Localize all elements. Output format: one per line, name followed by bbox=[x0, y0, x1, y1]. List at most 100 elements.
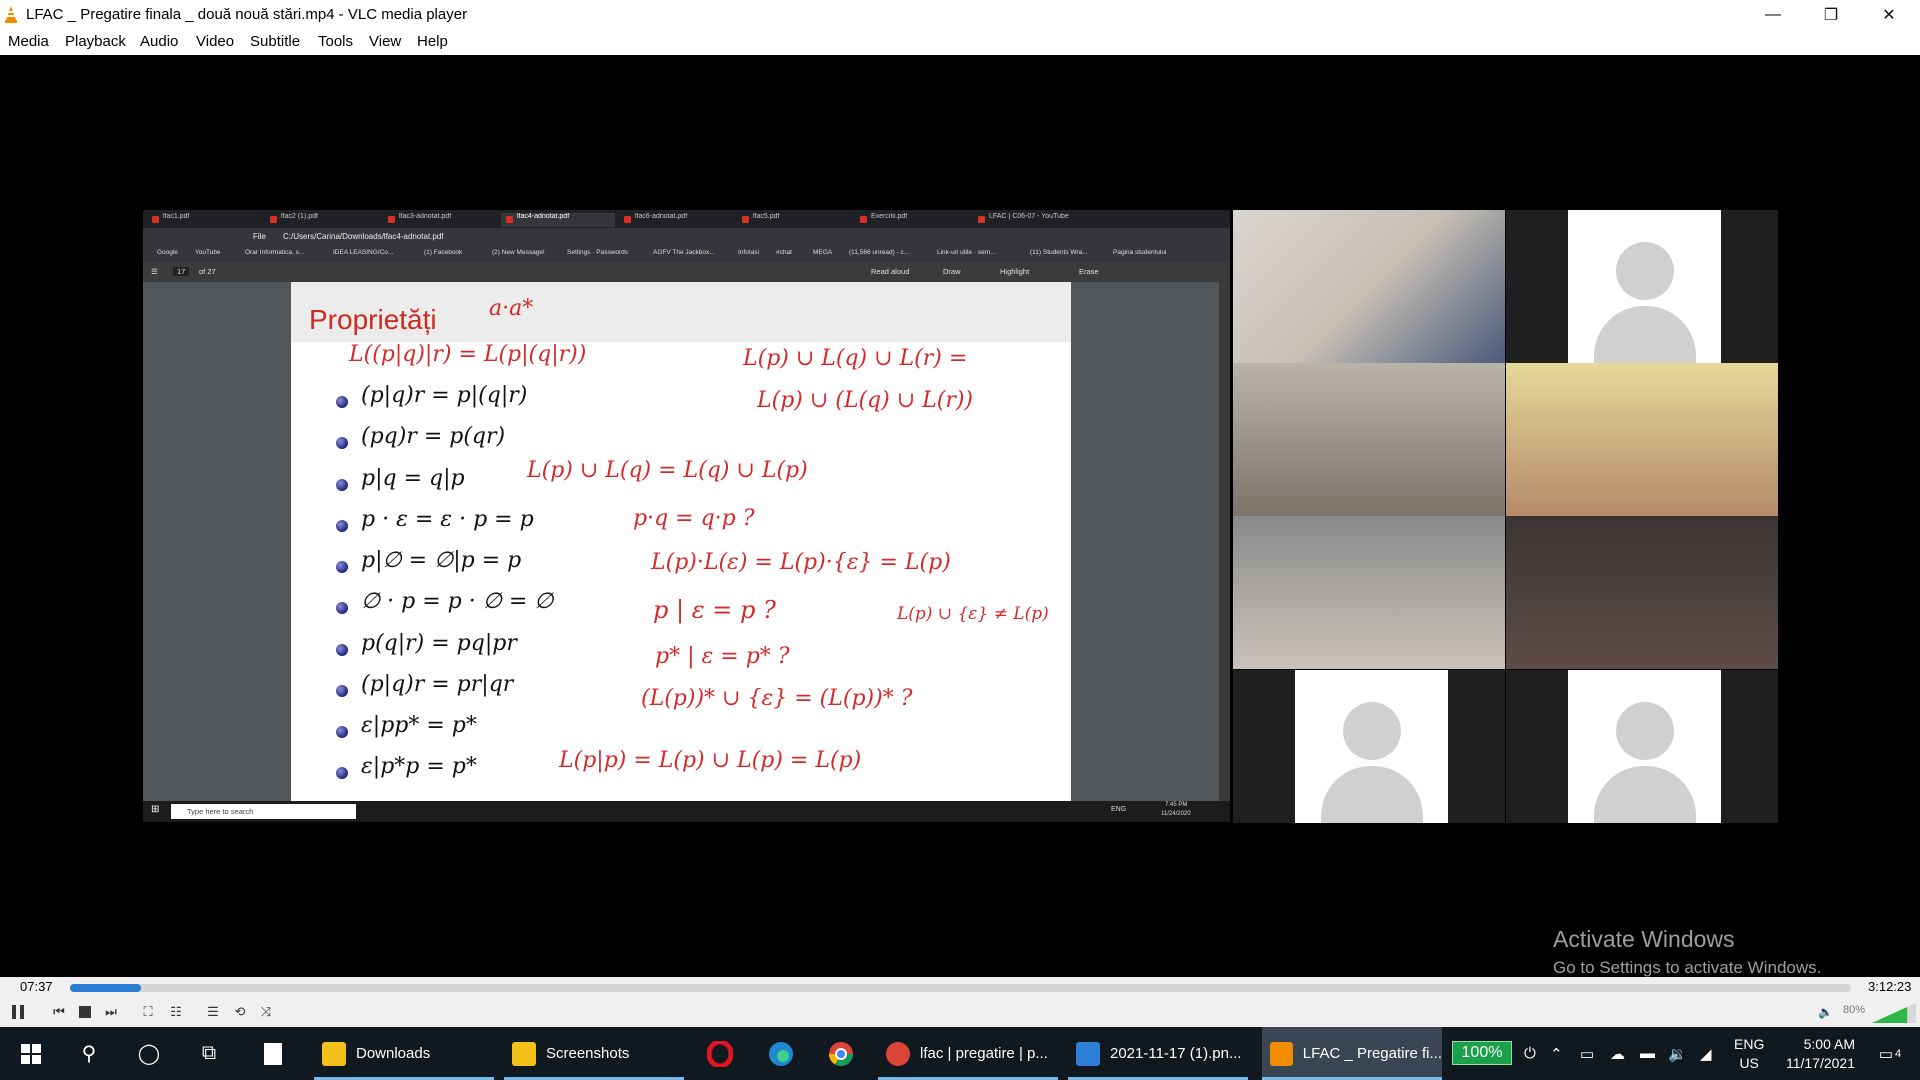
participant-video bbox=[1506, 363, 1778, 516]
extended-settings-button[interactable]: ☷ bbox=[164, 1001, 188, 1023]
window-title: LFAC _ Pregatire finala _ două nouă stăr… bbox=[26, 6, 468, 23]
next-button[interactable]: ⏭ bbox=[99, 1001, 123, 1023]
title-bar: LFAC _ Pregatire finala _ două nouă stăr… bbox=[0, 0, 1920, 29]
fullscreen-button[interactable]: ⛶ bbox=[136, 1001, 160, 1023]
bookmark: #chat bbox=[776, 249, 792, 256]
seek-slider[interactable] bbox=[70, 984, 1851, 992]
search-icon: ⚲ bbox=[81, 1043, 97, 1065]
draw-tool: Draw bbox=[943, 267, 961, 276]
previous-button[interactable]: ⏮ bbox=[47, 1001, 71, 1023]
pdf-page: Proprietăți (p|q)r = p|(q|r) (pq)r = p(q… bbox=[291, 282, 1071, 801]
taskbar-app-screenshots[interactable]: Screenshots bbox=[504, 1027, 684, 1080]
folder-icon bbox=[512, 1041, 536, 1066]
start-button[interactable] bbox=[6, 1027, 56, 1080]
speaker-icon[interactable]: 🔈 bbox=[1818, 1005, 1833, 1019]
menu-tools[interactable]: Tools bbox=[318, 33, 353, 50]
browser-tab: lfac6-adnotat.pdf bbox=[619, 213, 733, 227]
total-time: 3:12:23 bbox=[1868, 979, 1912, 994]
volume-icon[interactable]: 🔉 bbox=[1668, 1027, 1687, 1080]
windows-logo-icon: ⊞ bbox=[151, 804, 160, 815]
shared-tray-time: 7:45 PM bbox=[1165, 802, 1188, 808]
wifi-icon[interactable]: ◢ bbox=[1700, 1027, 1712, 1080]
taskbar-app-photos[interactable]: 2021-11-17 (1).pn... bbox=[1068, 1027, 1248, 1080]
shuffle-button[interactable]: ⤨ bbox=[254, 1001, 278, 1023]
notification-icon: ▭ bbox=[1878, 1045, 1894, 1063]
task-view-button[interactable]: ⧉ bbox=[184, 1027, 234, 1080]
browser-tab: LFAC | C06-07 - YouTube bbox=[973, 213, 1087, 227]
close-button[interactable]: ✕ bbox=[1860, 0, 1918, 29]
fullscreen-icon: ⛶ bbox=[143, 1004, 153, 1019]
participant-video bbox=[1506, 516, 1778, 669]
bookmark: (11,566 unread) - c... bbox=[849, 249, 910, 256]
show-hidden-icons-button[interactable]: ⌃ bbox=[1550, 1027, 1563, 1080]
notifications-button[interactable]: ▭ 4 bbox=[1868, 1027, 1912, 1080]
activation-watermark-title: Activate Windows bbox=[1553, 926, 1735, 952]
power-icon[interactable]: ⏻ bbox=[1524, 1027, 1536, 1080]
slide-title: Proprietăți bbox=[309, 304, 437, 335]
taskbar-app-chrome-window[interactable]: lfac | pregatire | p... bbox=[878, 1027, 1058, 1080]
shuffle-icon: ⤨ bbox=[260, 1004, 272, 1019]
volume-slider[interactable] bbox=[1872, 1002, 1916, 1024]
bookmark: Orar Informatica, s... bbox=[245, 249, 305, 256]
file-pinned-button[interactable] bbox=[248, 1027, 298, 1080]
bookmark: YouTube bbox=[195, 249, 221, 256]
language-code: ENG bbox=[1734, 1036, 1765, 1052]
menu-bar: Media Playback Audio Video Subtitle Tool… bbox=[0, 29, 1920, 55]
edge-button[interactable] bbox=[756, 1027, 806, 1080]
handwritten-note: p* | ε = p* ? bbox=[655, 644, 790, 669]
menu-video[interactable]: Video bbox=[196, 33, 234, 50]
windows-logo-icon bbox=[21, 1043, 41, 1064]
elapsed-time: 07:37 bbox=[20, 979, 53, 994]
clock[interactable]: 5:00 AM 11/17/2021 bbox=[1775, 1035, 1855, 1073]
restore-button[interactable]: ❐ bbox=[1802, 0, 1860, 29]
device-icon[interactable]: ▭ bbox=[1580, 1027, 1594, 1080]
browser-tab: lfac1.pdf bbox=[147, 213, 261, 227]
file-label: File bbox=[253, 232, 266, 241]
volume-percent: 80% bbox=[1843, 1004, 1866, 1016]
menu-audio[interactable]: Audio bbox=[140, 33, 178, 50]
contents-icon: ☰ bbox=[151, 267, 158, 276]
language-indicator[interactable]: ENG US bbox=[1734, 1035, 1764, 1073]
chrome-icon bbox=[886, 1041, 910, 1066]
browser-tab-strip: lfac1.pdf lfac2 (1).pdf lfac3-adnotat.pd… bbox=[143, 210, 1230, 228]
opera-button[interactable] bbox=[695, 1027, 745, 1080]
taskbar-app-vlc[interactable]: LFAC _ Pregatire fi... bbox=[1262, 1027, 1442, 1080]
seek-row: 07:37 3:12:23 bbox=[0, 977, 1920, 998]
menu-subtitle[interactable]: Subtitle bbox=[250, 33, 300, 50]
bookmark: IDEA LEASING/Co... bbox=[333, 249, 394, 256]
menu-help[interactable]: Help bbox=[417, 33, 448, 50]
player-controls: ⏮ ⏭ ⛶ ☷ ☰ ⟲ ⤨ 🔈 80% bbox=[0, 998, 1920, 1027]
avatar bbox=[1568, 670, 1721, 823]
handwritten-note: p·q = q·p ? bbox=[633, 506, 755, 531]
battery-icon[interactable]: ▬ bbox=[1640, 1027, 1655, 1080]
cortana-button[interactable]: ◯ bbox=[124, 1027, 174, 1080]
chrome-icon bbox=[829, 1041, 853, 1066]
battery-badge[interactable]: 100% bbox=[1452, 1041, 1512, 1065]
browser-tab: lfac3-adnotat.pdf bbox=[383, 213, 497, 227]
equalizer-icon: ☷ bbox=[170, 1004, 182, 1019]
bullet-icon bbox=[336, 726, 348, 738]
bookmark: Link-uri utile · sem... bbox=[937, 249, 996, 256]
onedrive-icon[interactable]: ☁ bbox=[1610, 1027, 1625, 1080]
browser-tab: lfac5.pdf bbox=[737, 213, 851, 227]
menu-playback[interactable]: Playback bbox=[65, 33, 126, 50]
pdf-scrollbar bbox=[1219, 282, 1230, 801]
taskbar-app-downloads[interactable]: Downloads bbox=[314, 1027, 494, 1080]
chrome-button[interactable] bbox=[816, 1027, 866, 1080]
cortana-icon: ◯ bbox=[137, 1043, 161, 1065]
playlist-button[interactable]: ☰ bbox=[201, 1001, 225, 1023]
minimize-button[interactable]: — bbox=[1744, 0, 1802, 29]
loop-button[interactable]: ⟲ bbox=[228, 1001, 252, 1023]
shared-tray-date: 11/24/2020 bbox=[1161, 811, 1191, 817]
shared-taskbar: ⊞ Type here to search ENG 7:45 PM 11/24/… bbox=[143, 801, 1230, 822]
search-button[interactable]: ⚲ bbox=[64, 1027, 114, 1080]
stop-button[interactable] bbox=[73, 1001, 97, 1023]
menu-view[interactable]: View bbox=[369, 33, 401, 50]
menu-media[interactable]: Media bbox=[8, 33, 49, 50]
playlist-icon: ☰ bbox=[207, 1004, 219, 1019]
handwritten-note: L(p) ∪ L(q) = L(q) ∪ L(p) bbox=[527, 458, 808, 483]
pause-button[interactable] bbox=[6, 1001, 30, 1023]
bullet-icon bbox=[336, 479, 348, 491]
page-number: 17 bbox=[173, 267, 190, 276]
bullet-icon bbox=[336, 767, 348, 779]
